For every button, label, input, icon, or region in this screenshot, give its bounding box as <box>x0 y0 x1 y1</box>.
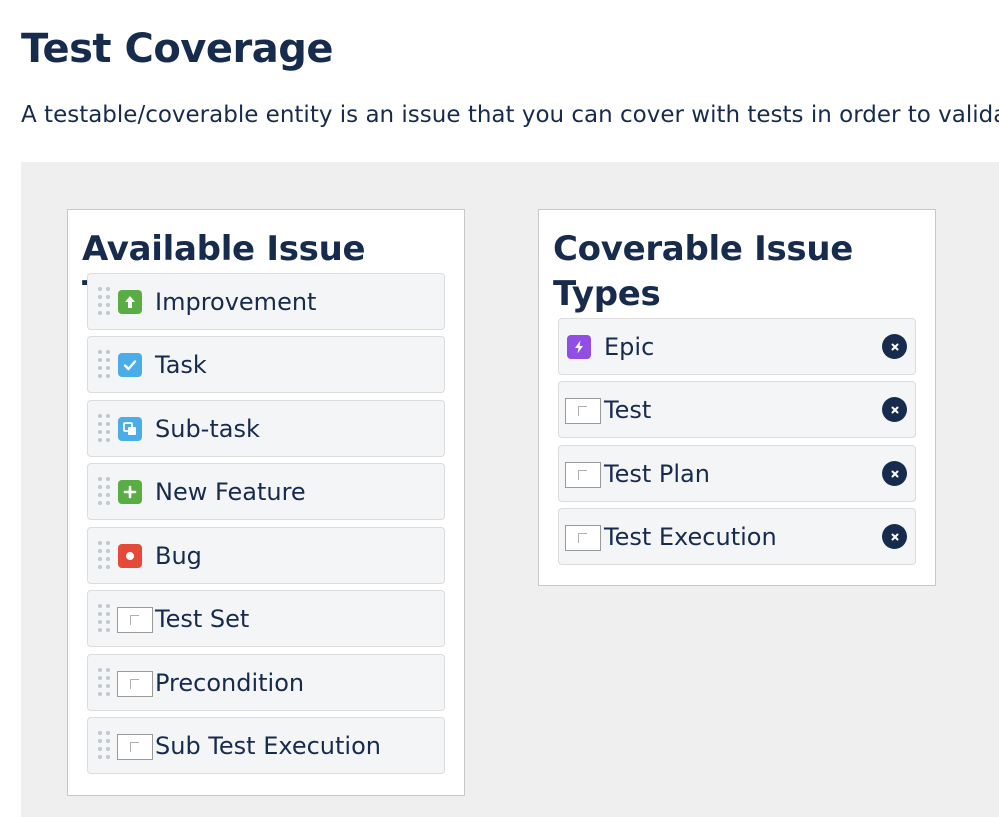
drag-handle-icon[interactable] <box>98 604 110 634</box>
remove-test-plan-button[interactable] <box>882 461 907 486</box>
page-description: A testable/coverable entity is an issue … <box>21 102 999 128</box>
item-label: Task <box>155 351 207 379</box>
broken-image-icon <box>565 398 601 424</box>
drag-handle-icon[interactable] <box>98 541 110 571</box>
item-label: Bug <box>155 542 202 570</box>
item-label: Test Execution <box>604 523 777 551</box>
issue-type-config-area: Available Issue Types Improvement Task <box>21 162 999 817</box>
drag-handle-icon[interactable] <box>98 668 110 698</box>
subtask-icon <box>118 417 142 441</box>
bug-icon <box>118 544 142 568</box>
remove-test-button[interactable] <box>882 397 907 422</box>
available-item-sub-task[interactable]: Sub-task <box>87 400 445 457</box>
available-issue-types-panel: Available Issue Types Improvement Task <box>67 209 465 796</box>
broken-image-icon <box>565 525 601 551</box>
broken-image-icon <box>565 462 601 488</box>
item-label: Precondition <box>155 669 305 697</box>
checkbox-icon <box>118 353 142 377</box>
broken-image-icon <box>117 671 153 697</box>
item-label: Sub-task <box>155 415 260 443</box>
remove-test-execution-button[interactable] <box>882 524 907 549</box>
item-label: Improvement <box>155 288 317 316</box>
arrow-up-icon <box>118 290 142 314</box>
item-label: Test Plan <box>604 460 710 488</box>
page: Test Coverage A testable/coverable entit… <box>0 0 999 817</box>
item-label: Test Set <box>155 605 250 633</box>
coverable-item-test[interactable]: Test <box>558 381 916 438</box>
available-item-new-feature[interactable]: New Feature <box>87 463 445 520</box>
drag-handle-icon[interactable] <box>98 287 110 317</box>
plus-icon <box>118 480 142 504</box>
available-item-precondition[interactable]: Precondition <box>87 654 445 711</box>
drag-handle-icon[interactable] <box>98 414 110 444</box>
item-label: Test <box>604 396 652 424</box>
available-item-improvement[interactable]: Improvement <box>87 273 445 330</box>
coverable-panel-title: Coverable Issue Types <box>553 229 854 314</box>
item-label: Sub Test Execution <box>155 732 381 760</box>
available-item-sub-test-execution[interactable]: Sub Test Execution <box>87 717 445 774</box>
lightning-icon <box>567 335 591 359</box>
available-item-bug[interactable]: Bug <box>87 527 445 584</box>
available-item-task[interactable]: Task <box>87 336 445 393</box>
drag-handle-icon[interactable] <box>98 731 110 761</box>
remove-epic-button[interactable] <box>882 334 907 359</box>
drag-handle-icon[interactable] <box>98 477 110 507</box>
drag-handle-icon[interactable] <box>98 350 110 380</box>
item-label: New Feature <box>155 478 306 506</box>
coverable-issue-types-panel: Coverable Issue Types Epic Test Test Pla… <box>538 209 936 586</box>
coverable-item-test-execution[interactable]: Test Execution <box>558 508 916 565</box>
broken-image-icon <box>117 607 153 633</box>
available-item-test-set[interactable]: Test Set <box>87 590 445 647</box>
coverable-item-epic[interactable]: Epic <box>558 318 916 375</box>
page-title: Test Coverage <box>21 26 333 72</box>
coverable-item-test-plan[interactable]: Test Plan <box>558 445 916 502</box>
item-label: Epic <box>604 333 655 361</box>
broken-image-icon <box>117 734 153 760</box>
